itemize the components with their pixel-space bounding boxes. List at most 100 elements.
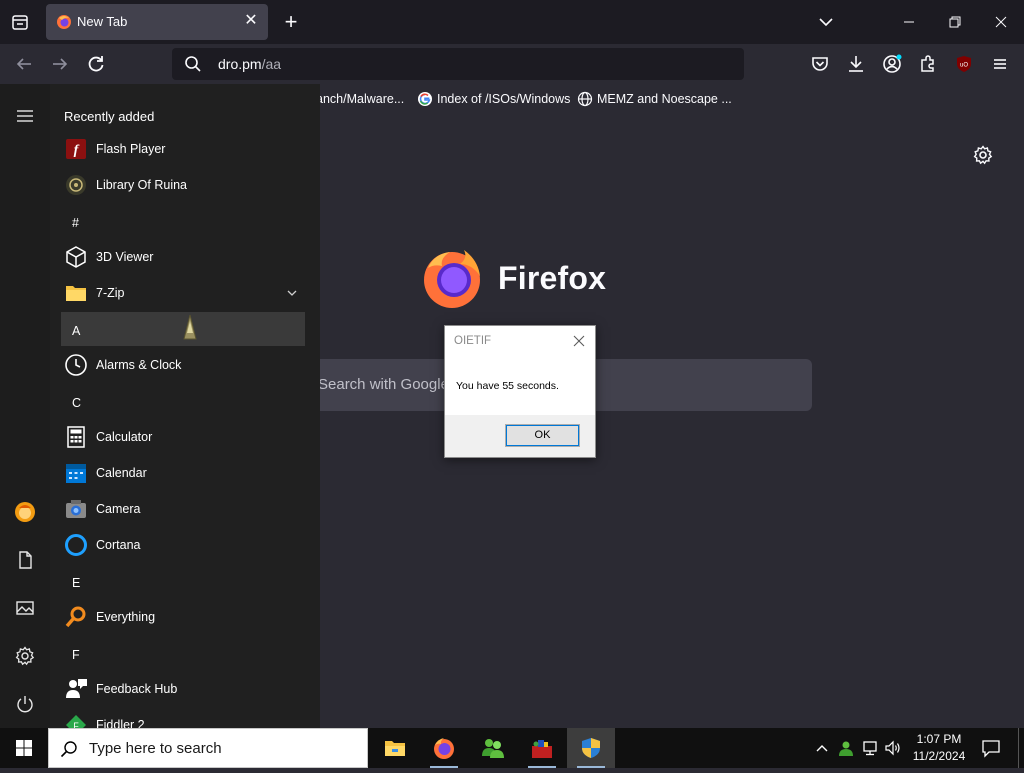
restore-button[interactable] [932, 6, 978, 38]
gear-icon [973, 145, 993, 165]
app-flash-player[interactable]: f Flash Player [60, 131, 304, 167]
firefox-icon [57, 15, 71, 29]
new-tab-button[interactable]: + [278, 8, 304, 36]
calendar-icon [66, 464, 86, 483]
clock-date[interactable]: 11/2/2024 [904, 749, 974, 763]
tab-title: New Tab [77, 14, 128, 29]
windows-logo-icon [16, 740, 32, 756]
flash-icon: f [66, 139, 86, 159]
app-menu-button[interactable] [988, 52, 1012, 76]
app-alarms-clock[interactable]: Alarms & Clock [60, 347, 304, 383]
app-list: Recently added f Flash Player Library Of… [50, 84, 320, 728]
tab-close-icon[interactable]: ✕ [243, 13, 259, 29]
extensions-button[interactable] [916, 52, 940, 76]
arrow-left-icon [16, 58, 31, 70]
puzzle-icon [921, 55, 934, 72]
taskbar: Type here to search 1:07 PM 11/2/2024 [0, 728, 1024, 768]
app-library-of-ruina[interactable]: Library Of Ruina [60, 167, 304, 203]
letter-header-c[interactable]: C [72, 396, 81, 410]
app-calendar[interactable]: Calendar [60, 455, 304, 491]
dialog-title: OIETIF [454, 335, 492, 347]
search-icon [60, 741, 77, 758]
ublock-icon: uO [957, 56, 971, 72]
firefox-view-icon [12, 15, 28, 30]
bookmark-malware[interactable]: anch/Malware... [316, 92, 404, 106]
user-account-button[interactable] [13, 500, 37, 524]
recently-added-header: Recently added [64, 109, 155, 124]
speaker-icon [885, 740, 900, 756]
taskbar-toolbox[interactable] [518, 728, 566, 768]
arrow-right-icon [53, 58, 68, 70]
start-button[interactable] [0, 728, 48, 768]
bookmark-isos-windows[interactable]: Index of /ISOs/Windows [437, 92, 570, 106]
restore-icon [949, 16, 961, 28]
message-dialog: OIETIF You have 55 seconds. OK [444, 325, 596, 458]
documents-button[interactable] [13, 548, 37, 572]
ublock-button[interactable]: uO [952, 52, 976, 76]
calculator-icon [67, 426, 85, 448]
back-button[interactable] [10, 50, 38, 78]
app-everything[interactable]: Everything [60, 599, 304, 635]
app-feedback-hub[interactable]: Feedback Hub [60, 671, 304, 707]
pointer-cursor-icon [183, 314, 197, 340]
reload-icon [88, 56, 104, 72]
app-cortana[interactable]: Cortana [60, 527, 304, 563]
gear-icon [15, 646, 35, 666]
app-7zip[interactable]: 7-Zip [60, 275, 304, 311]
letter-header-hash[interactable]: # [72, 216, 79, 230]
network-button[interactable] [861, 739, 879, 757]
ok-button[interactable]: OK [505, 424, 580, 447]
settings-button[interactable] [13, 644, 37, 668]
volume-button[interactable] [884, 739, 902, 757]
letter-header-f[interactable]: F [72, 648, 80, 662]
firefox-logo-icon [424, 250, 480, 308]
app-calculator[interactable]: Calculator [60, 419, 304, 455]
show-desktop-button[interactable] [1018, 728, 1024, 768]
firefox-view-button[interactable] [6, 8, 34, 36]
chevron-down-icon[interactable] [286, 287, 298, 299]
dialog-close-button[interactable] [571, 333, 587, 349]
expand-button[interactable] [13, 104, 37, 128]
customize-new-tab-button[interactable] [972, 144, 994, 166]
pocket-button[interactable] [808, 52, 832, 76]
bookmark-memz[interactable]: MEMZ and Noescape ... [597, 92, 732, 106]
list-all-tabs-button[interactable] [814, 10, 838, 34]
close-window-button[interactable] [978, 6, 1024, 38]
reload-button[interactable] [82, 50, 110, 78]
taskbar-search-input[interactable]: Type here to search [48, 728, 368, 768]
tray-people-button[interactable] [837, 739, 855, 757]
start-menu: Recently added f Flash Player Library Of… [0, 84, 320, 728]
letter-header-a[interactable]: A [72, 324, 80, 338]
app-3d-viewer[interactable]: 3D Viewer [60, 239, 304, 275]
forward-button[interactable] [46, 50, 74, 78]
letter-header-e[interactable]: E [72, 576, 80, 590]
action-center-button[interactable] [980, 738, 1002, 758]
avatar [15, 502, 35, 522]
account-icon [883, 54, 902, 73]
account-button[interactable] [880, 52, 904, 76]
toolbox-icon [532, 740, 552, 758]
minimize-icon [904, 21, 914, 23]
feedback-icon [66, 679, 87, 698]
people-tray-icon [839, 741, 853, 756]
url-text[interactable]: dro.pm/aa [218, 56, 281, 72]
pictures-button[interactable] [13, 596, 37, 620]
tab-new-tab[interactable]: New Tab ✕ [46, 4, 268, 40]
hamburger-icon [17, 110, 33, 122]
taskbar-shield-app[interactable] [567, 728, 615, 768]
app-camera[interactable]: Camera [60, 491, 304, 527]
clock-time[interactable]: 1:07 PM [904, 732, 974, 746]
file-explorer-icon [385, 741, 405, 756]
show-hidden-icons-button[interactable] [814, 740, 830, 756]
minimize-button[interactable] [886, 6, 932, 38]
app-fiddler-2[interactable]: F Fiddler 2 [60, 707, 304, 728]
power-button[interactable] [13, 692, 37, 716]
taskbar-firefox[interactable] [420, 728, 468, 768]
taskbar-people[interactable] [469, 728, 517, 768]
url-bar[interactable]: dro.pm/aa [172, 48, 744, 80]
downloads-button[interactable] [844, 52, 868, 76]
taskbar-file-explorer[interactable] [371, 728, 419, 768]
shield-icon [582, 738, 600, 758]
clock-icon [65, 354, 87, 376]
dialog-message: You have 55 seconds. [456, 380, 559, 392]
